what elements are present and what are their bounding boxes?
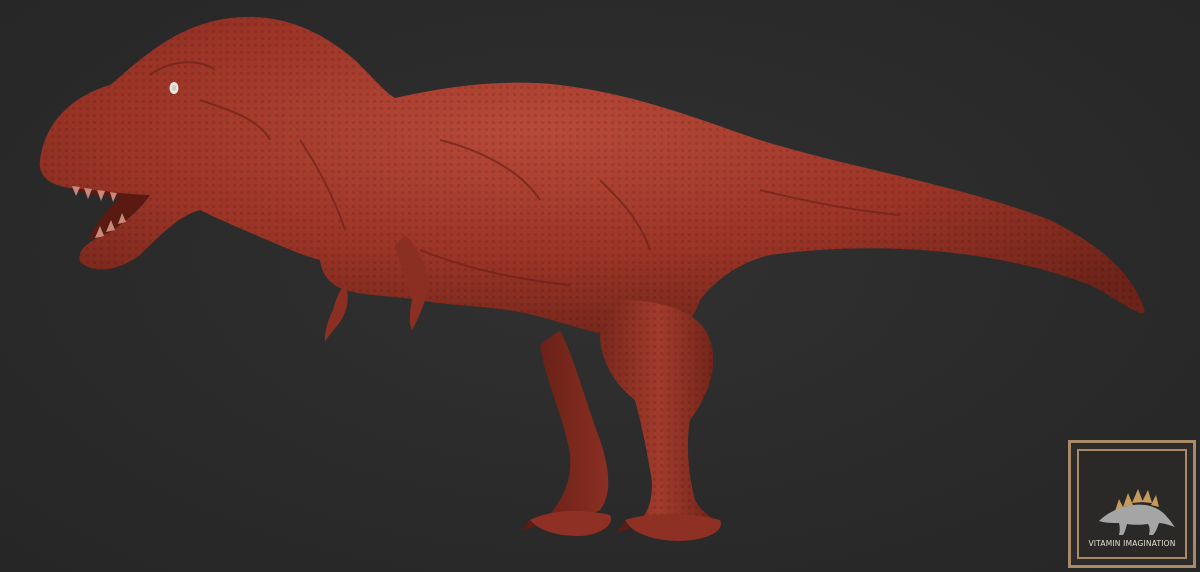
trex-sculpt	[39, 16, 1145, 541]
stegosaurus-icon	[1099, 489, 1175, 535]
watermark-frame: VITAMIN IMAGINATION	[1077, 449, 1187, 559]
far-leg	[540, 330, 609, 525]
render-canvas: VITAMIN IMAGINATION	[0, 0, 1200, 572]
watermark-text: VITAMIN IMAGINATION	[1088, 539, 1176, 548]
watermark-badge: VITAMIN IMAGINATION	[1068, 440, 1196, 568]
